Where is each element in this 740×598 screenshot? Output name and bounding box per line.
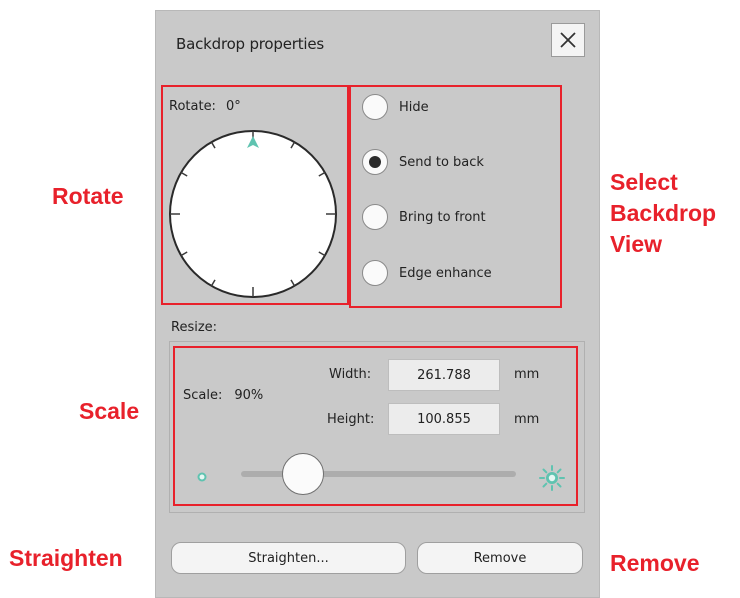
view-highlight bbox=[349, 85, 562, 308]
annotation-select-line-2: Backdrop bbox=[610, 200, 717, 226]
close-icon bbox=[560, 32, 576, 48]
annotation-straighten: Straighten bbox=[9, 545, 123, 571]
backdrop-properties-dialog: Backdrop properties Rotate: 0° Hide Send … bbox=[155, 10, 600, 598]
annotation-select-line-1: Select bbox=[610, 169, 678, 195]
remove-button[interactable]: Remove bbox=[417, 542, 583, 574]
dialog-title: Backdrop properties bbox=[176, 35, 324, 53]
annotation-scale: Scale bbox=[79, 398, 140, 424]
annotation-rotate: Rotate bbox=[52, 183, 124, 209]
scale-highlight bbox=[173, 346, 578, 506]
annotation-select-line-3: View bbox=[610, 231, 662, 257]
annotation-select-view: Select Backdrop View bbox=[610, 167, 716, 260]
title-bar: Backdrop properties bbox=[156, 11, 599, 73]
annotation-remove: Remove bbox=[610, 550, 700, 576]
straighten-button[interactable]: Straighten... bbox=[171, 542, 406, 574]
resize-label: Resize: bbox=[171, 320, 218, 335]
close-button[interactable] bbox=[551, 23, 585, 57]
rotate-highlight bbox=[161, 85, 349, 305]
